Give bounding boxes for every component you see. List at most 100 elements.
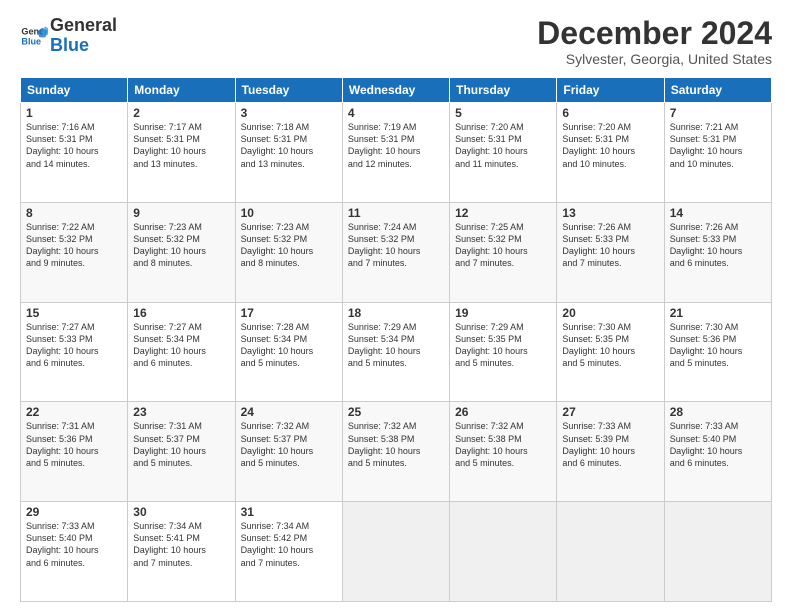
calendar-cell: 14Sunrise: 7:26 AM Sunset: 5:33 PM Dayli… xyxy=(664,202,771,302)
day-info: Sunrise: 7:21 AM Sunset: 5:31 PM Dayligh… xyxy=(670,121,766,170)
calendar-body: 1Sunrise: 7:16 AM Sunset: 5:31 PM Daylig… xyxy=(21,103,772,602)
calendar-cell: 13Sunrise: 7:26 AM Sunset: 5:33 PM Dayli… xyxy=(557,202,664,302)
calendar-cell: 22Sunrise: 7:31 AM Sunset: 5:36 PM Dayli… xyxy=(21,402,128,502)
calendar-header-thursday: Thursday xyxy=(450,78,557,103)
calendar-cell: 11Sunrise: 7:24 AM Sunset: 5:32 PM Dayli… xyxy=(342,202,449,302)
day-number: 23 xyxy=(133,405,229,419)
day-info: Sunrise: 7:32 AM Sunset: 5:38 PM Dayligh… xyxy=(348,420,444,469)
day-info: Sunrise: 7:32 AM Sunset: 5:37 PM Dayligh… xyxy=(241,420,337,469)
day-number: 5 xyxy=(455,106,551,120)
calendar-cell: 1Sunrise: 7:16 AM Sunset: 5:31 PM Daylig… xyxy=(21,103,128,203)
calendar-cell: 3Sunrise: 7:18 AM Sunset: 5:31 PM Daylig… xyxy=(235,103,342,203)
calendar-cell: 28Sunrise: 7:33 AM Sunset: 5:40 PM Dayli… xyxy=(664,402,771,502)
day-number: 26 xyxy=(455,405,551,419)
day-number: 24 xyxy=(241,405,337,419)
day-info: Sunrise: 7:28 AM Sunset: 5:34 PM Dayligh… xyxy=(241,321,337,370)
location-subtitle: Sylvester, Georgia, United States xyxy=(537,51,772,67)
svg-text:Blue: Blue xyxy=(21,36,41,46)
day-number: 19 xyxy=(455,306,551,320)
calendar-week-row: 15Sunrise: 7:27 AM Sunset: 5:33 PM Dayli… xyxy=(21,302,772,402)
day-number: 2 xyxy=(133,106,229,120)
day-number: 27 xyxy=(562,405,658,419)
calendar-cell xyxy=(557,502,664,602)
month-title: December 2024 xyxy=(537,16,772,51)
day-info: Sunrise: 7:29 AM Sunset: 5:35 PM Dayligh… xyxy=(455,321,551,370)
calendar-cell: 18Sunrise: 7:29 AM Sunset: 5:34 PM Dayli… xyxy=(342,302,449,402)
calendar-cell: 7Sunrise: 7:21 AM Sunset: 5:31 PM Daylig… xyxy=(664,103,771,203)
calendar-cell: 27Sunrise: 7:33 AM Sunset: 5:39 PM Dayli… xyxy=(557,402,664,502)
day-info: Sunrise: 7:24 AM Sunset: 5:32 PM Dayligh… xyxy=(348,221,444,270)
day-number: 12 xyxy=(455,206,551,220)
logo-text: General Blue xyxy=(50,16,117,56)
calendar-header-row: SundayMondayTuesdayWednesdayThursdayFrid… xyxy=(21,78,772,103)
logo-icon: General Blue xyxy=(20,22,48,50)
calendar-cell: 17Sunrise: 7:28 AM Sunset: 5:34 PM Dayli… xyxy=(235,302,342,402)
day-number: 30 xyxy=(133,505,229,519)
calendar-cell: 25Sunrise: 7:32 AM Sunset: 5:38 PM Dayli… xyxy=(342,402,449,502)
day-number: 1 xyxy=(26,106,122,120)
day-info: Sunrise: 7:23 AM Sunset: 5:32 PM Dayligh… xyxy=(133,221,229,270)
day-info: Sunrise: 7:20 AM Sunset: 5:31 PM Dayligh… xyxy=(562,121,658,170)
day-info: Sunrise: 7:30 AM Sunset: 5:36 PM Dayligh… xyxy=(670,321,766,370)
day-number: 3 xyxy=(241,106,337,120)
calendar-cell: 23Sunrise: 7:31 AM Sunset: 5:37 PM Dayli… xyxy=(128,402,235,502)
day-info: Sunrise: 7:26 AM Sunset: 5:33 PM Dayligh… xyxy=(562,221,658,270)
calendar-header-sunday: Sunday xyxy=(21,78,128,103)
calendar-cell xyxy=(450,502,557,602)
calendar-week-row: 29Sunrise: 7:33 AM Sunset: 5:40 PM Dayli… xyxy=(21,502,772,602)
day-info: Sunrise: 7:29 AM Sunset: 5:34 PM Dayligh… xyxy=(348,321,444,370)
calendar-cell: 31Sunrise: 7:34 AM Sunset: 5:42 PM Dayli… xyxy=(235,502,342,602)
day-info: Sunrise: 7:31 AM Sunset: 5:36 PM Dayligh… xyxy=(26,420,122,469)
day-info: Sunrise: 7:32 AM Sunset: 5:38 PM Dayligh… xyxy=(455,420,551,469)
calendar-cell: 30Sunrise: 7:34 AM Sunset: 5:41 PM Dayli… xyxy=(128,502,235,602)
calendar-cell: 12Sunrise: 7:25 AM Sunset: 5:32 PM Dayli… xyxy=(450,202,557,302)
calendar-cell: 9Sunrise: 7:23 AM Sunset: 5:32 PM Daylig… xyxy=(128,202,235,302)
day-info: Sunrise: 7:33 AM Sunset: 5:40 PM Dayligh… xyxy=(26,520,122,569)
day-info: Sunrise: 7:33 AM Sunset: 5:40 PM Dayligh… xyxy=(670,420,766,469)
calendar-cell: 16Sunrise: 7:27 AM Sunset: 5:34 PM Dayli… xyxy=(128,302,235,402)
day-info: Sunrise: 7:27 AM Sunset: 5:34 PM Dayligh… xyxy=(133,321,229,370)
day-number: 28 xyxy=(670,405,766,419)
day-info: Sunrise: 7:19 AM Sunset: 5:31 PM Dayligh… xyxy=(348,121,444,170)
day-number: 15 xyxy=(26,306,122,320)
day-number: 10 xyxy=(241,206,337,220)
calendar-cell: 21Sunrise: 7:30 AM Sunset: 5:36 PM Dayli… xyxy=(664,302,771,402)
day-info: Sunrise: 7:31 AM Sunset: 5:37 PM Dayligh… xyxy=(133,420,229,469)
day-number: 14 xyxy=(670,206,766,220)
calendar-cell: 5Sunrise: 7:20 AM Sunset: 5:31 PM Daylig… xyxy=(450,103,557,203)
calendar-week-row: 1Sunrise: 7:16 AM Sunset: 5:31 PM Daylig… xyxy=(21,103,772,203)
calendar-header-monday: Monday xyxy=(128,78,235,103)
day-info: Sunrise: 7:33 AM Sunset: 5:39 PM Dayligh… xyxy=(562,420,658,469)
day-number: 11 xyxy=(348,206,444,220)
calendar-header-tuesday: Tuesday xyxy=(235,78,342,103)
calendar-cell: 2Sunrise: 7:17 AM Sunset: 5:31 PM Daylig… xyxy=(128,103,235,203)
day-info: Sunrise: 7:30 AM Sunset: 5:35 PM Dayligh… xyxy=(562,321,658,370)
calendar-cell: 24Sunrise: 7:32 AM Sunset: 5:37 PM Dayli… xyxy=(235,402,342,502)
day-info: Sunrise: 7:16 AM Sunset: 5:31 PM Dayligh… xyxy=(26,121,122,170)
calendar-header-saturday: Saturday xyxy=(664,78,771,103)
calendar-week-row: 8Sunrise: 7:22 AM Sunset: 5:32 PM Daylig… xyxy=(21,202,772,302)
day-number: 29 xyxy=(26,505,122,519)
day-number: 22 xyxy=(26,405,122,419)
day-info: Sunrise: 7:34 AM Sunset: 5:42 PM Dayligh… xyxy=(241,520,337,569)
day-number: 21 xyxy=(670,306,766,320)
calendar-cell: 29Sunrise: 7:33 AM Sunset: 5:40 PM Dayli… xyxy=(21,502,128,602)
day-number: 16 xyxy=(133,306,229,320)
day-number: 31 xyxy=(241,505,337,519)
day-number: 13 xyxy=(562,206,658,220)
calendar-cell: 19Sunrise: 7:29 AM Sunset: 5:35 PM Dayli… xyxy=(450,302,557,402)
day-number: 17 xyxy=(241,306,337,320)
calendar-page: General Blue General Blue December 2024 … xyxy=(0,0,792,612)
calendar-cell: 8Sunrise: 7:22 AM Sunset: 5:32 PM Daylig… xyxy=(21,202,128,302)
day-number: 8 xyxy=(26,206,122,220)
calendar-cell: 26Sunrise: 7:32 AM Sunset: 5:38 PM Dayli… xyxy=(450,402,557,502)
day-number: 20 xyxy=(562,306,658,320)
day-number: 25 xyxy=(348,405,444,419)
calendar-header-wednesday: Wednesday xyxy=(342,78,449,103)
calendar-cell: 10Sunrise: 7:23 AM Sunset: 5:32 PM Dayli… xyxy=(235,202,342,302)
day-info: Sunrise: 7:18 AM Sunset: 5:31 PM Dayligh… xyxy=(241,121,337,170)
day-info: Sunrise: 7:34 AM Sunset: 5:41 PM Dayligh… xyxy=(133,520,229,569)
title-area: December 2024 Sylvester, Georgia, United… xyxy=(537,16,772,67)
calendar-cell: 15Sunrise: 7:27 AM Sunset: 5:33 PM Dayli… xyxy=(21,302,128,402)
day-info: Sunrise: 7:17 AM Sunset: 5:31 PM Dayligh… xyxy=(133,121,229,170)
